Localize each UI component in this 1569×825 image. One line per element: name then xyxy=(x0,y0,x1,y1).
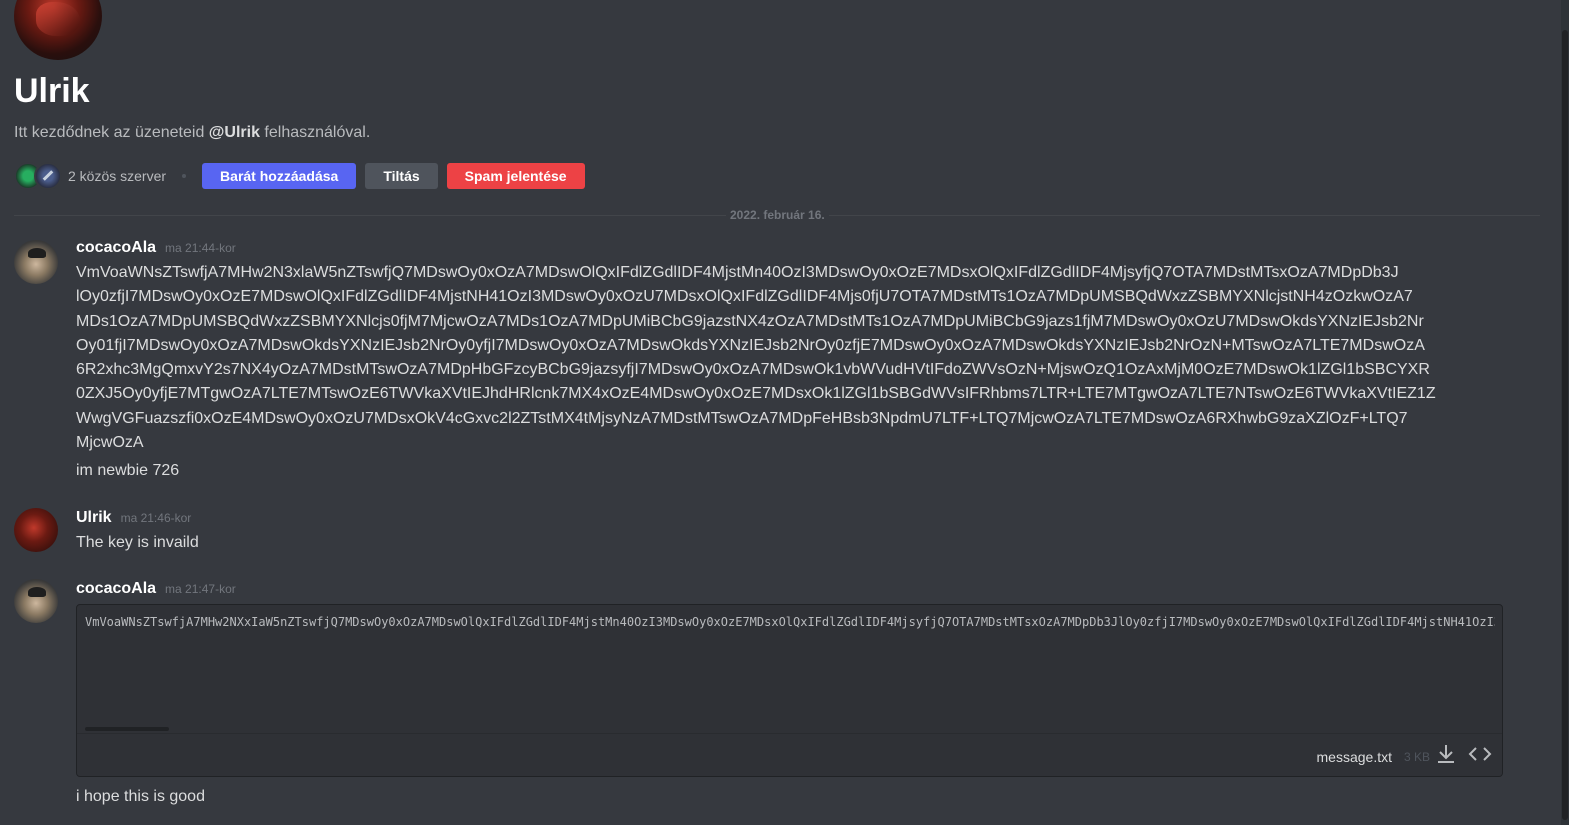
message-line: 0ZXJ5Oy0yfjE7MTgwOzA7LTE7MTswOzE6TWVkaXV… xyxy=(76,385,1436,403)
message-header: cocacoAla ma 21:47-kor xyxy=(76,580,236,598)
profile-name: Ulrik xyxy=(14,72,90,110)
message-content: The key is invaild xyxy=(76,534,199,551)
profile-actions: 2 közös szerver Barát hozzáadása Tiltás … xyxy=(14,162,594,190)
timestamp: ma 21:47-kor xyxy=(165,582,236,596)
date-divider-label: 2022. február 16. xyxy=(726,208,829,222)
message-line: WwgVGFuazszfi0xOzE4MDswOy0xOzU7MDsxOkV4c… xyxy=(76,409,1408,427)
attachment-footer: message.txt 3 KB xyxy=(77,733,1502,776)
intro-text: Itt kezdődnek az üzeneteid xyxy=(14,124,209,141)
attachment-size: 3 KB xyxy=(1403,750,1430,764)
attachment-preview: VmVoaWNsZTswfjA7MHw2NXxIaW5nZTswfjQ7MDsw… xyxy=(85,615,1495,629)
message-header: Ulrik ma 21:46-kor xyxy=(76,509,191,527)
message-content: i hope this is good xyxy=(76,788,205,805)
message-line: 6R2xhc3MgQmxvY2s7NX4yOzA7MDstMTswOzA7MDp… xyxy=(76,361,1430,379)
server-icon[interactable] xyxy=(34,162,62,190)
message-header: cocacoAla ma 21:44-kor xyxy=(76,239,236,257)
report-spam-button[interactable]: Spam jelentése xyxy=(446,163,585,189)
file-attachment: VmVoaWNsZTswfjA7MHw2NXxIaW5nZTswfjQ7MDsw… xyxy=(76,604,1503,777)
attachment-scrollbar[interactable] xyxy=(85,727,169,731)
author-name[interactable]: cocacoAla xyxy=(76,580,156,598)
avatar[interactable] xyxy=(14,240,58,284)
conversation-intro: Itt kezdődnek az üzeneteid @Ulrik felhas… xyxy=(14,124,370,142)
scrollbar-thumb[interactable] xyxy=(1562,30,1568,820)
author-name[interactable]: cocacoAla xyxy=(76,239,156,257)
block-button[interactable]: Tiltás xyxy=(365,163,438,189)
attachment-filename[interactable]: message.txt xyxy=(1317,749,1392,765)
timestamp: ma 21:44-kor xyxy=(165,241,236,255)
timestamp: ma 21:46-kor xyxy=(120,511,192,525)
separator-dot xyxy=(182,174,187,178)
avatar[interactable] xyxy=(14,508,58,552)
code-view-icon[interactable] xyxy=(1468,742,1492,766)
scrollbar-track[interactable] xyxy=(1561,0,1569,825)
download-icon[interactable] xyxy=(1434,742,1458,766)
user-mention[interactable]: @Ulrik xyxy=(209,124,260,141)
message-content: VmVoaWNsZTswfjA7MHw2N3xlaW5nZTswfjQ7MDsw… xyxy=(76,261,1506,455)
message-line: lOy0zfjI7MDswOy0xOzE7MDswOlQxIFdlZGdlIDF… xyxy=(76,288,1413,306)
intro-text-end: felhasználóval. xyxy=(259,124,371,141)
add-friend-button[interactable]: Barát hozzáadása xyxy=(202,163,357,189)
message-line: Oy01fjI7MDswOy0xOzA7MDswOkdsYXNzIEJsb2Nr… xyxy=(76,336,1425,354)
message-content: im newbie 726 xyxy=(76,462,180,479)
avatar[interactable] xyxy=(14,579,58,623)
mutual-server-icons[interactable] xyxy=(14,162,62,190)
profile-avatar xyxy=(14,0,102,60)
message-line: VmVoaWNsZTswfjA7MHw2N3xlaW5nZTswfjQ7MDsw… xyxy=(76,264,1399,281)
author-name[interactable]: Ulrik xyxy=(76,509,112,527)
message-line: MDs1OzA7MDpUMSBQdWxzZSBMYXNlcjs0fjM7Mjcw… xyxy=(76,312,1424,330)
mutual-servers-link[interactable]: 2 közös szerver xyxy=(68,168,166,184)
message-line: MjcwOzA xyxy=(76,434,144,452)
